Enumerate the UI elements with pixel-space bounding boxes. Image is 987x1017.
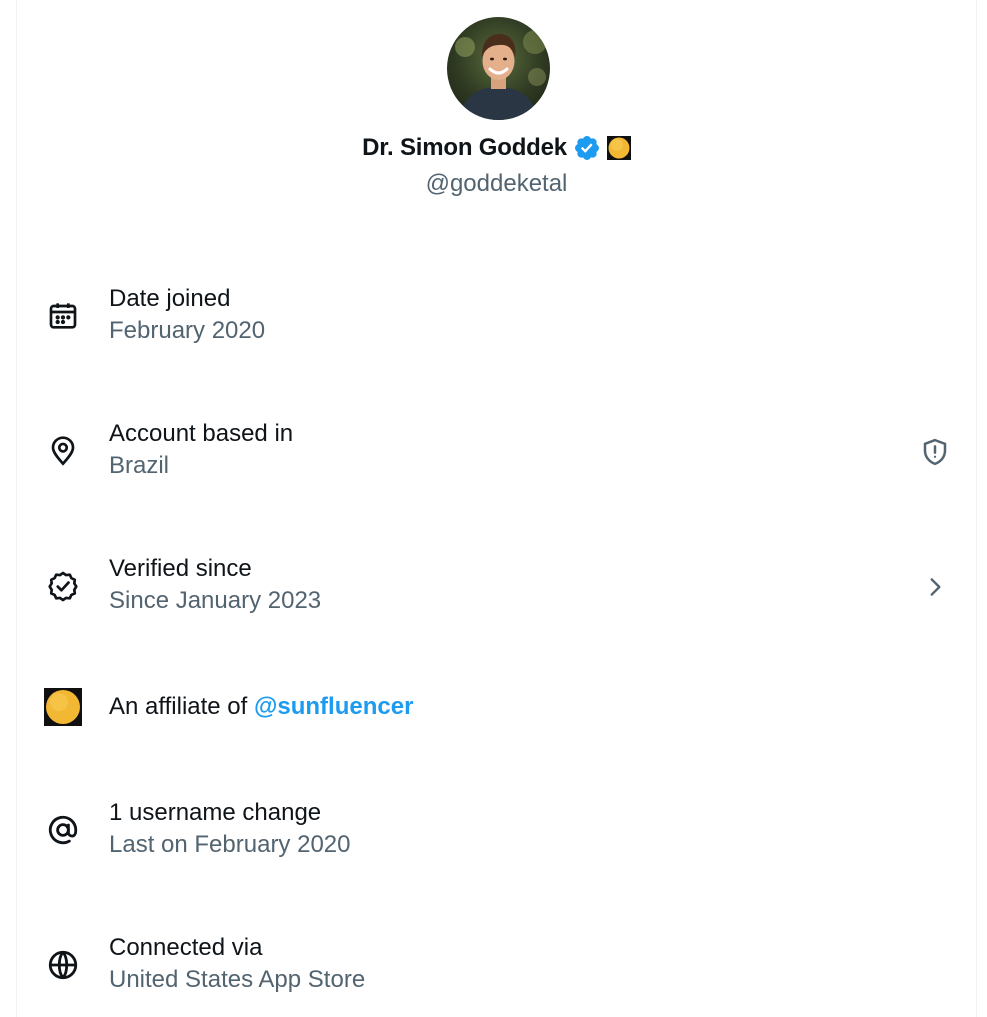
row-verified-since-text: Verified since Since January 2023	[109, 554, 321, 616]
verified-since-value: Since January 2023	[109, 587, 322, 614]
row-username-change: 1 username change Last on February 2020	[17, 798, 976, 868]
chevron-right-icon[interactable]	[918, 570, 952, 604]
row-username-change-text: 1 username change Last on February 2020	[109, 798, 351, 860]
connected-via-value: United States App Store	[109, 966, 366, 993]
verified-check-icon	[44, 567, 82, 605]
username-change-value: Last on February 2020	[109, 831, 351, 858]
calendar-icon	[44, 297, 82, 335]
row-date-joined-text: Date joined February 2020	[109, 284, 265, 346]
profile-about-panel: Dr. Simon Goddek @goddeketal Date joined…	[16, 0, 977, 1017]
date-joined-value: February 2020	[109, 317, 266, 344]
username-change-label: 1 username change	[109, 799, 322, 826]
row-affiliate-text: An affiliate of @sunfluencer	[109, 692, 413, 722]
sun-affiliate-icon	[44, 688, 82, 726]
affiliate-line: An affiliate of @sunfluencer	[109, 692, 413, 722]
sun-affiliate-icon[interactable]	[606, 136, 631, 160]
row-connected-via-text: Connected via United States App Store	[109, 933, 365, 995]
shield-alert-icon[interactable]	[918, 435, 952, 469]
row-account-based-in[interactable]: Account based in Brazil	[17, 419, 976, 489]
account-based-in-value: Brazil	[109, 452, 170, 479]
name-line: Dr. Simon Goddek	[17, 134, 976, 162]
row-date-joined: Date joined February 2020	[17, 284, 976, 354]
avatar[interactable]	[447, 17, 550, 120]
affiliate-link[interactable]: @sunfluencer	[254, 693, 413, 720]
row-affiliate: An affiliate of @sunfluencer	[17, 688, 976, 728]
avatar-photo	[447, 17, 550, 120]
row-verified-since[interactable]: Verified since Since January 2023	[17, 554, 976, 624]
row-account-based-in-text: Account based in Brazil	[109, 419, 293, 481]
location-pin-icon	[44, 432, 82, 470]
connected-via-label: Connected via	[109, 934, 263, 961]
affiliate-prefix: An affiliate of	[109, 693, 254, 720]
profile-handle[interactable]: @goddeketal	[17, 170, 976, 198]
globe-icon	[44, 946, 82, 984]
account-based-in-label: Account based in	[109, 420, 294, 447]
row-connected-via: Connected via United States App Store	[17, 933, 976, 1003]
at-sign-icon	[44, 811, 82, 849]
profile-name[interactable]: Dr. Simon Goddek	[362, 134, 567, 162]
verified-badge-icon[interactable]	[573, 134, 601, 162]
verified-since-label: Verified since	[109, 555, 252, 582]
date-joined-label: Date joined	[109, 285, 231, 312]
